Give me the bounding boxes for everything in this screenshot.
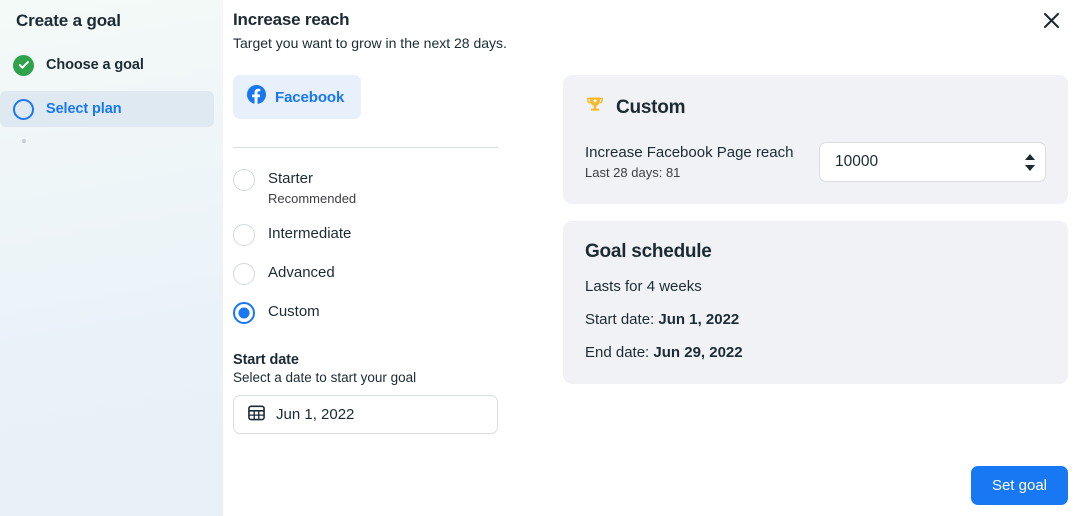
summary-column: Custom Increase Facebook Page reach Last… bbox=[533, 75, 1080, 434]
sidebar-step-label: Choose a goal bbox=[46, 57, 144, 73]
radio-circle-selected-icon bbox=[233, 302, 255, 324]
goal-start-date-row: Start date: Jun 1, 2022 bbox=[585, 310, 1046, 329]
radio-option-intermediate[interactable]: Intermediate bbox=[233, 223, 533, 246]
target-number-input[interactable]: 10000 bbox=[819, 142, 1046, 182]
sidebar-step-label: Select plan bbox=[46, 101, 122, 117]
radio-circle-icon bbox=[233, 169, 255, 191]
start-date-input[interactable]: Jun 1, 2022 bbox=[233, 395, 498, 434]
radio-circle-icon bbox=[233, 224, 255, 246]
create-goal-dialog: Create a goal Choose a goal Select plan bbox=[0, 0, 1080, 516]
sidebar-title: Create a goal bbox=[16, 11, 121, 30]
metric-info: Increase Facebook Page reach Last 28 day… bbox=[585, 143, 793, 181]
custom-card-title: Custom bbox=[616, 96, 686, 118]
radio-label: Advanced bbox=[268, 264, 335, 281]
facebook-icon bbox=[247, 85, 266, 109]
start-date-section: Start date Select a date to start your g… bbox=[233, 352, 533, 434]
calendar-icon bbox=[248, 404, 265, 426]
goal-duration: Lasts for 4 weeks bbox=[585, 278, 702, 295]
radio-label: Custom bbox=[268, 303, 320, 320]
sidebar: Create a goal Choose a goal Select plan bbox=[0, 0, 223, 516]
start-date-heading: Start date bbox=[233, 352, 299, 368]
step-connector-dot bbox=[21, 139, 26, 143]
goal-schedule-card: Goal schedule Lasts for 4 weeks Start da… bbox=[563, 221, 1068, 384]
radio-sublabel: Recommended bbox=[268, 191, 357, 206]
goal-end-date-label: End date: bbox=[585, 344, 650, 361]
trophy-icon bbox=[585, 95, 605, 120]
goal-end-date-row: End date: Jun 29, 2022 bbox=[585, 343, 1046, 362]
dialog-header: Increase reach Target you want to grow i… bbox=[223, 9, 1080, 53]
radio-option-advanced[interactable]: Advanced bbox=[233, 262, 533, 285]
number-stepper[interactable] bbox=[1025, 153, 1035, 171]
radio-label: Intermediate bbox=[268, 225, 352, 242]
target-value: 10000 bbox=[835, 153, 879, 170]
radio-label: Starter bbox=[268, 170, 314, 187]
circle-outline-icon bbox=[13, 98, 34, 120]
content-columns: Facebook Starter Recommended Intermediat… bbox=[223, 75, 1080, 434]
main-panel: Increase reach Target you want to grow i… bbox=[223, 0, 1080, 516]
triangle-up-icon[interactable] bbox=[1025, 153, 1035, 160]
custom-goal-card: Custom Increase Facebook Page reach Last… bbox=[563, 75, 1068, 204]
check-circle-icon bbox=[13, 54, 34, 76]
plan-column: Facebook Starter Recommended Intermediat… bbox=[233, 75, 533, 434]
sidebar-step-select-plan[interactable]: Select plan bbox=[0, 91, 214, 127]
dialog-footer: Set goal bbox=[970, 466, 1068, 505]
set-goal-button[interactable]: Set goal bbox=[970, 466, 1068, 505]
start-date-description: Select a date to start your goal bbox=[233, 370, 417, 385]
goal-schedule-title: Goal schedule bbox=[585, 241, 712, 262]
plan-radio-group: Starter Recommended Intermediate Advance… bbox=[233, 168, 533, 324]
sidebar-steps: Choose a goal Select plan bbox=[0, 47, 223, 143]
radio-option-custom[interactable]: Custom bbox=[233, 301, 533, 324]
section-divider bbox=[233, 147, 498, 148]
goal-start-date-label: Start date: bbox=[585, 311, 655, 328]
tab-facebook[interactable]: Facebook bbox=[233, 75, 362, 119]
radio-option-starter[interactable]: Starter Recommended bbox=[233, 168, 533, 207]
metric-name: Increase Facebook Page reach bbox=[585, 144, 794, 161]
close-icon bbox=[1043, 12, 1060, 32]
page-title: Increase reach bbox=[233, 10, 350, 29]
sidebar-step-choose-a-goal[interactable]: Choose a goal bbox=[0, 47, 223, 83]
radio-circle-icon bbox=[233, 263, 255, 285]
tab-facebook-label: Facebook bbox=[275, 88, 345, 106]
goal-start-date-value: Jun 1, 2022 bbox=[658, 311, 740, 328]
metric-sublabel: Last 28 days: 81 bbox=[585, 165, 681, 180]
start-date-value: Jun 1, 2022 bbox=[276, 406, 355, 423]
triangle-down-icon[interactable] bbox=[1025, 164, 1035, 171]
goal-end-date-value: Jun 29, 2022 bbox=[653, 344, 743, 361]
page-subtitle: Target you want to grow in the next 28 d… bbox=[233, 35, 507, 51]
close-button[interactable] bbox=[1037, 8, 1065, 36]
